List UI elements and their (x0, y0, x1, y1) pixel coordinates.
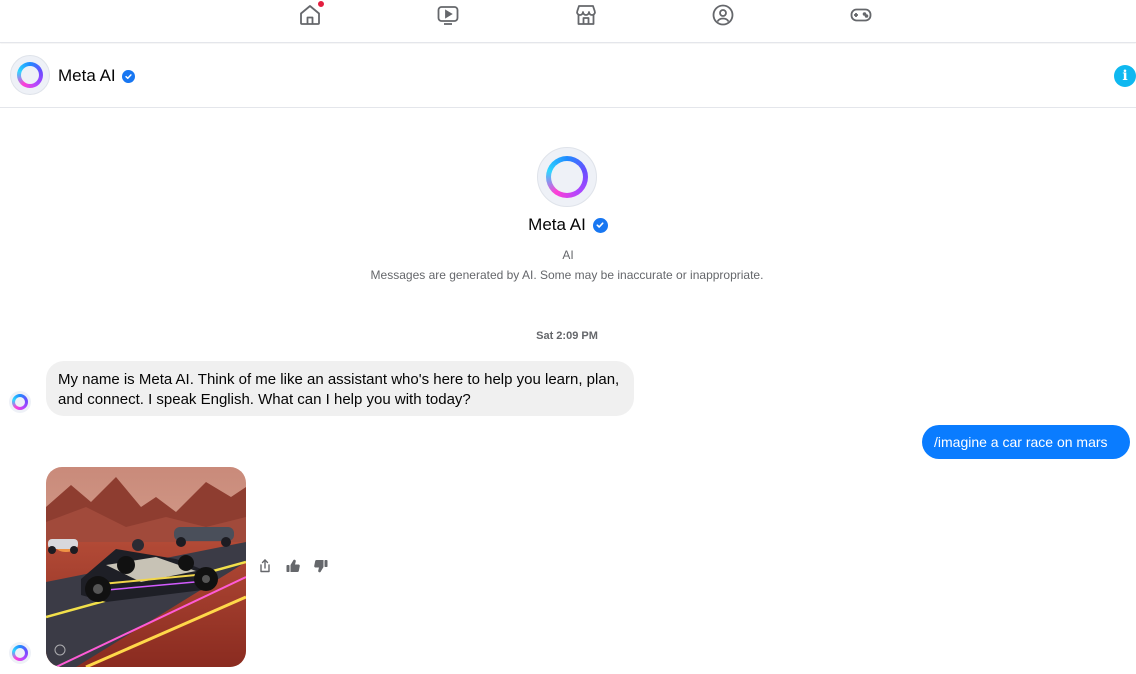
top-navigation-bar (0, 0, 1136, 43)
groups-icon[interactable] (710, 2, 736, 28)
home-icon[interactable] (297, 0, 325, 28)
info-icon[interactable]: i (1114, 65, 1136, 87)
incoming-message-bubble[interactable]: My name is Meta AI. Think of me like an … (46, 361, 634, 416)
meta-ai-avatar[interactable] (10, 55, 50, 95)
notification-dot (317, 0, 325, 8)
video-icon[interactable] (435, 2, 461, 28)
profile-subtitle: AI (562, 248, 574, 262)
ai-disclaimer: Messages are generated by AI. Some may b… (370, 268, 764, 282)
meta-ai-logo-icon (17, 62, 43, 88)
meta-ai-logo-icon (12, 394, 28, 410)
chat-title-text: Meta AI (58, 66, 116, 85)
verified-badge-icon (592, 217, 608, 233)
gaming-icon[interactable] (848, 2, 874, 28)
profile-avatar[interactable] (537, 147, 597, 207)
verified-badge-icon (121, 69, 135, 83)
meta-ai-small-avatar[interactable] (9, 391, 31, 413)
profile-name-text: Meta AI (528, 215, 586, 234)
chat-header: Meta AI i (0, 44, 1136, 108)
chat-title[interactable]: Meta AI (58, 66, 135, 86)
race-car-on-mars-image (46, 467, 246, 667)
thumbs-up-icon[interactable] (284, 557, 302, 575)
meta-ai-logo-icon (546, 156, 588, 198)
marketplace-icon[interactable] (573, 2, 599, 28)
meta-ai-small-avatar[interactable] (9, 642, 31, 664)
generated-image[interactable] (46, 467, 246, 667)
thumbs-down-icon[interactable] (312, 557, 330, 575)
image-actions (256, 557, 330, 575)
meta-ai-logo-icon (12, 645, 28, 661)
profile-name: Meta AI (0, 215, 1136, 235)
message-timestamp: Sat 2:09 PM (536, 330, 598, 342)
outgoing-message-bubble[interactable]: /imagine a car race on mars (922, 425, 1130, 459)
share-icon[interactable] (256, 557, 274, 575)
